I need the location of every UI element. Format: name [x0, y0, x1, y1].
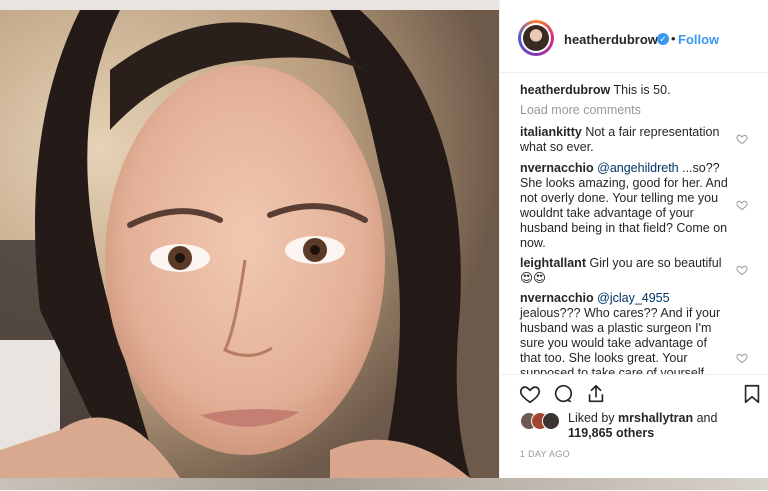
comment-mention[interactable]: @angehildreth — [597, 161, 679, 175]
comment-item: nvernacchio @jclay_4955 jealous??? Who c… — [520, 291, 730, 374]
avatar-ring-inner — [521, 23, 551, 53]
heart-small-icon[interactable] — [736, 264, 748, 276]
comment-icon[interactable] — [552, 383, 574, 405]
header-separator: • — [671, 31, 676, 46]
caption: heatherdubrow This is 50. — [520, 83, 730, 98]
comment-mention[interactable]: @jclay_4955 — [597, 291, 669, 305]
post-side-panel: heatherdubrow ✓ • Follow heatherdubrow T… — [499, 0, 768, 490]
comment-username[interactable]: nvernacchio — [520, 161, 594, 175]
likes-count[interactable]: 119,865 others — [568, 426, 654, 440]
post-photo[interactable] — [0, 10, 499, 478]
post-timestamp[interactable]: 1 DAY AGO — [520, 449, 570, 459]
photo-top-border — [0, 0, 499, 10]
comment-username[interactable]: leightallant — [520, 256, 586, 270]
selfie-image — [0, 10, 499, 478]
heart-icon[interactable] — [519, 383, 541, 405]
avatar-image — [523, 25, 549, 51]
liker-avatar — [542, 412, 560, 430]
heart-small-icon[interactable] — [736, 133, 748, 145]
share-icon[interactable] — [585, 383, 607, 405]
bookmark-icon[interactable] — [741, 383, 763, 405]
follow-button[interactable]: Follow — [678, 32, 719, 47]
heart-small-icon[interactable] — [736, 352, 748, 364]
load-more-comments-button[interactable]: Load more comments — [520, 103, 641, 117]
liked-by-avatars[interactable] — [520, 412, 566, 430]
heart-small-icon[interactable] — [736, 199, 748, 211]
author-avatar[interactable] — [518, 20, 554, 56]
liked-by-joiner: and — [696, 411, 718, 425]
comment-username[interactable]: italiankitty — [520, 125, 582, 139]
caption-username[interactable]: heatherdubrow — [520, 83, 610, 97]
comment-text: jealous??? Who cares?? And if your husba… — [520, 306, 721, 374]
page-bottom-edge — [0, 478, 768, 490]
liked-by-summary: Liked by mrshallytran and 119,865 others — [568, 411, 758, 441]
verified-badge-icon: ✓ — [657, 33, 669, 45]
liked-by-user[interactable]: mrshallytran — [618, 411, 693, 425]
comment-item: italiankitty Not a fair representation w… — [520, 125, 730, 155]
post-header: heatherdubrow ✓ • Follow — [500, 0, 768, 73]
author-username[interactable]: heatherdubrow — [564, 32, 658, 47]
comment-item: nvernacchio @angehildreth ...so?? She lo… — [520, 161, 730, 251]
liked-by-prefix: Liked by — [568, 411, 615, 425]
comment-item: leightallant Girl you are so beautiful 😍… — [520, 256, 730, 286]
caption-text: This is 50. — [613, 83, 671, 97]
instagram-post: heatherdubrow ✓ • Follow heatherdubrow T… — [0, 0, 768, 490]
comments-list[interactable]: heatherdubrow This is 50. Load more comm… — [500, 72, 768, 374]
comment-username[interactable]: nvernacchio — [520, 291, 594, 305]
post-actions: Liked by mrshallytran and 119,865 others… — [500, 374, 768, 491]
